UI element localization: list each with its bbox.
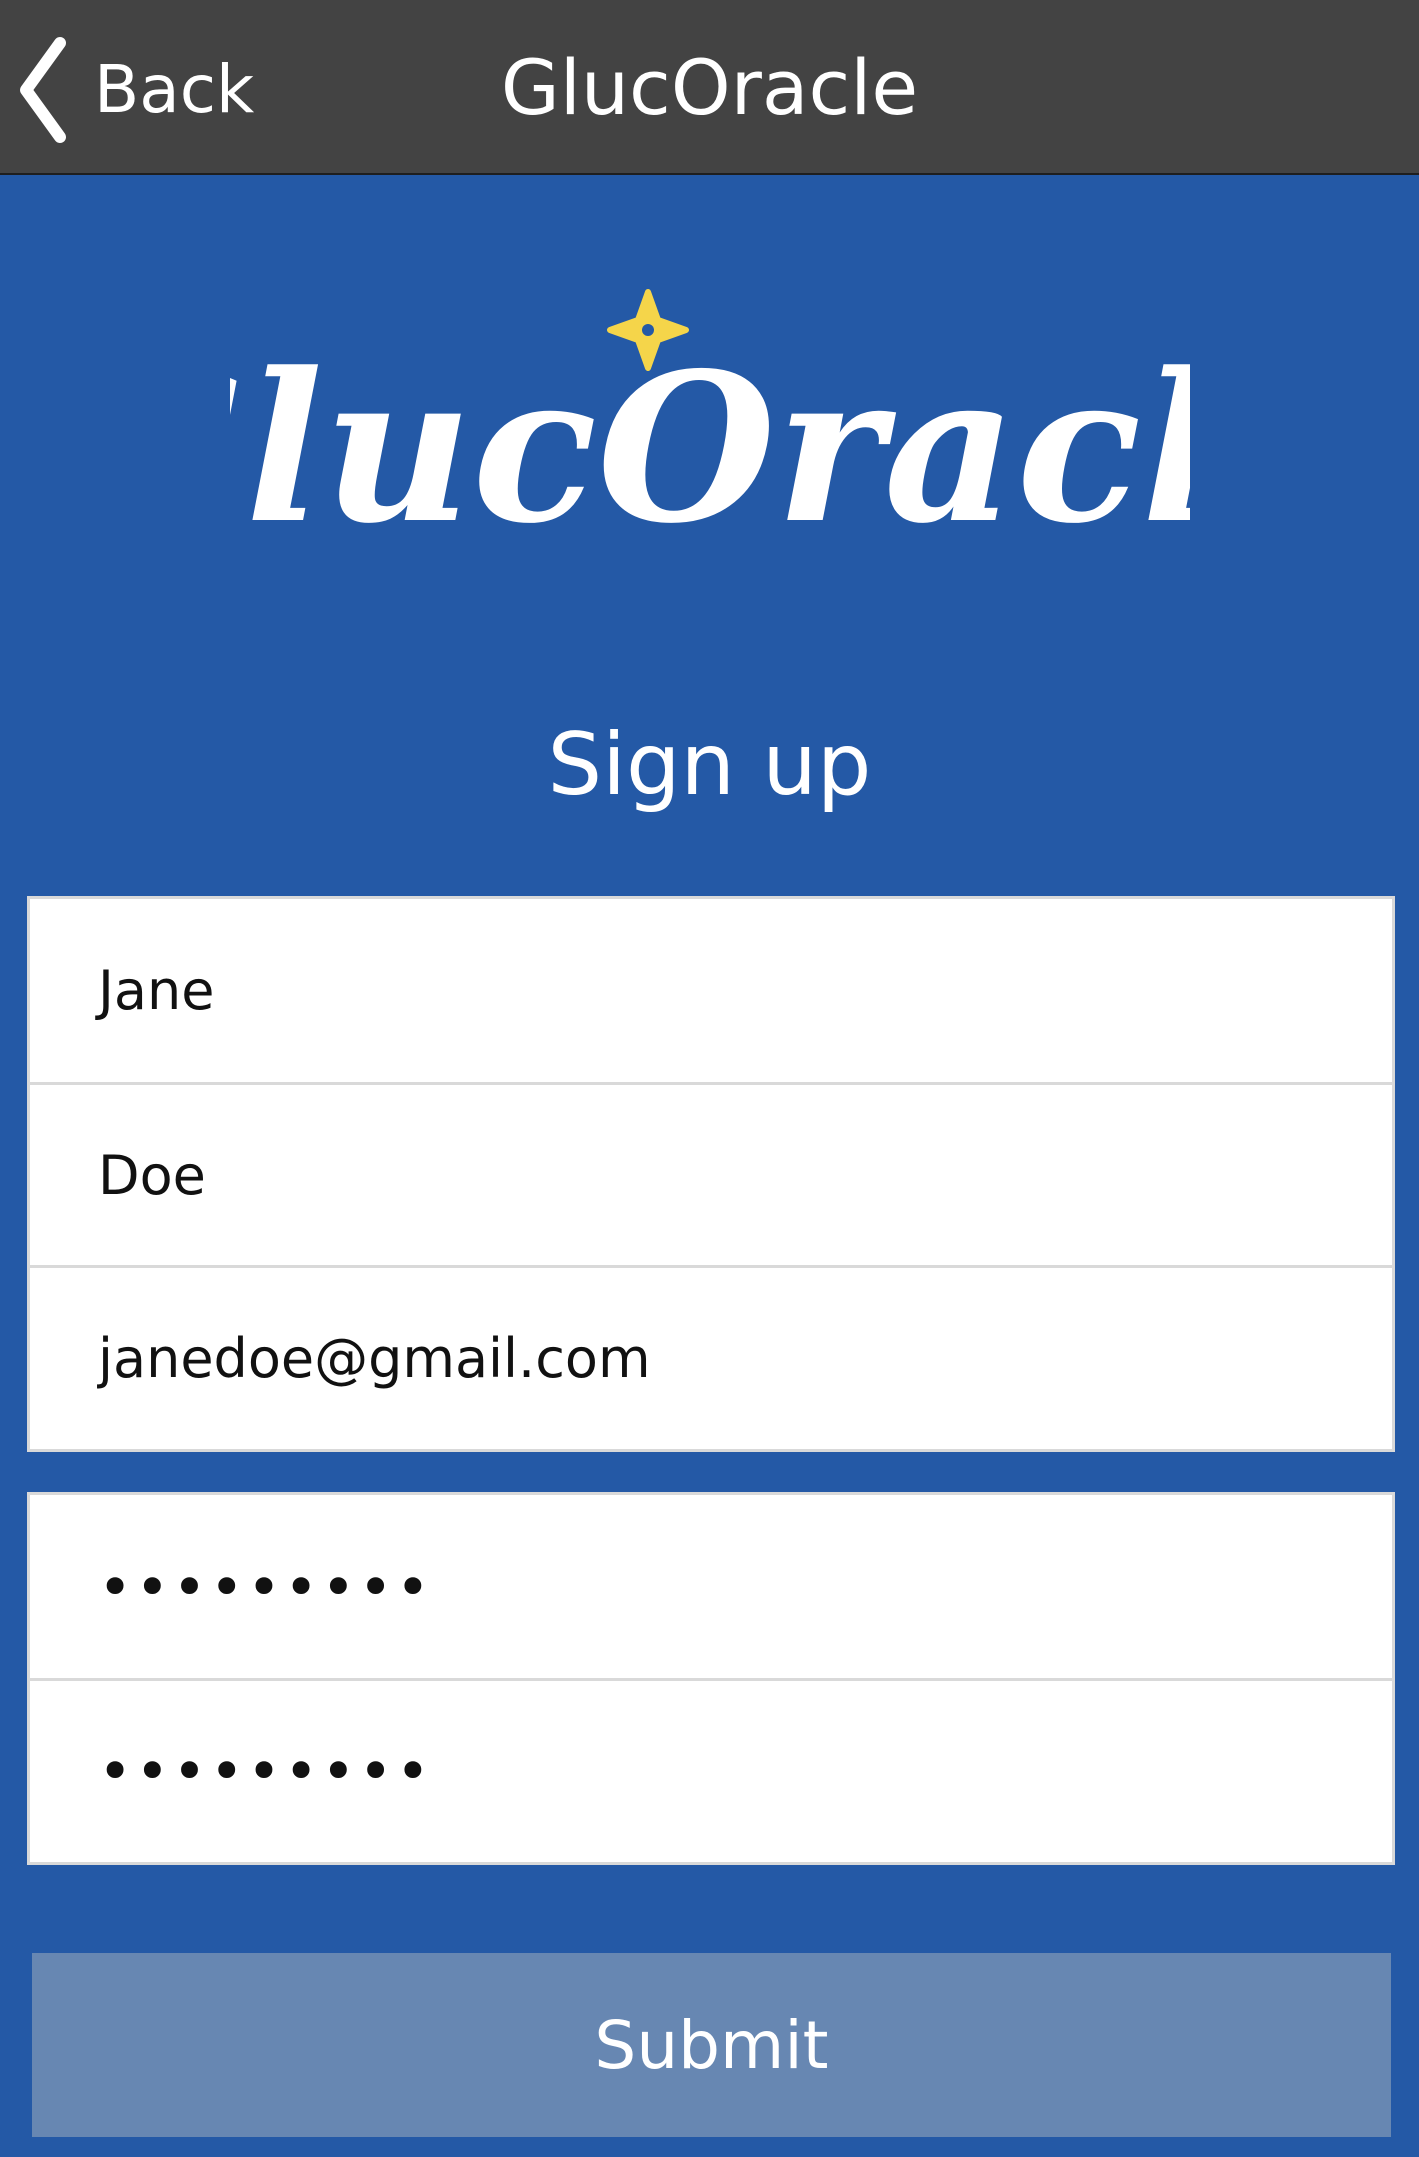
first-name-field[interactable]: Jane — [30, 899, 1392, 1082]
back-button[interactable]: Back — [18, 30, 254, 150]
password-group: ••••••••• ••••••••• — [27, 1492, 1395, 1865]
signup-heading: Sign up — [547, 715, 872, 815]
glucoracle-logo: GlucOracle — [230, 289, 1190, 569]
chevron-left-icon — [18, 35, 70, 145]
email-field[interactable]: janedoe@gmail.com — [30, 1265, 1392, 1448]
password-field[interactable]: ••••••••• — [30, 1495, 1392, 1678]
top-nav-bar: GlucOracle Back — [0, 0, 1419, 175]
back-label: Back — [94, 51, 255, 128]
confirm-password-field[interactable]: ••••••••• — [30, 1678, 1392, 1861]
submit-button[interactable]: Submit — [32, 1953, 1391, 2137]
personal-info-group: Jane Doe janedoe@gmail.com — [27, 896, 1395, 1452]
last-name-field[interactable]: Doe — [30, 1082, 1392, 1265]
logo-text: GlucOracle — [230, 329, 1190, 569]
